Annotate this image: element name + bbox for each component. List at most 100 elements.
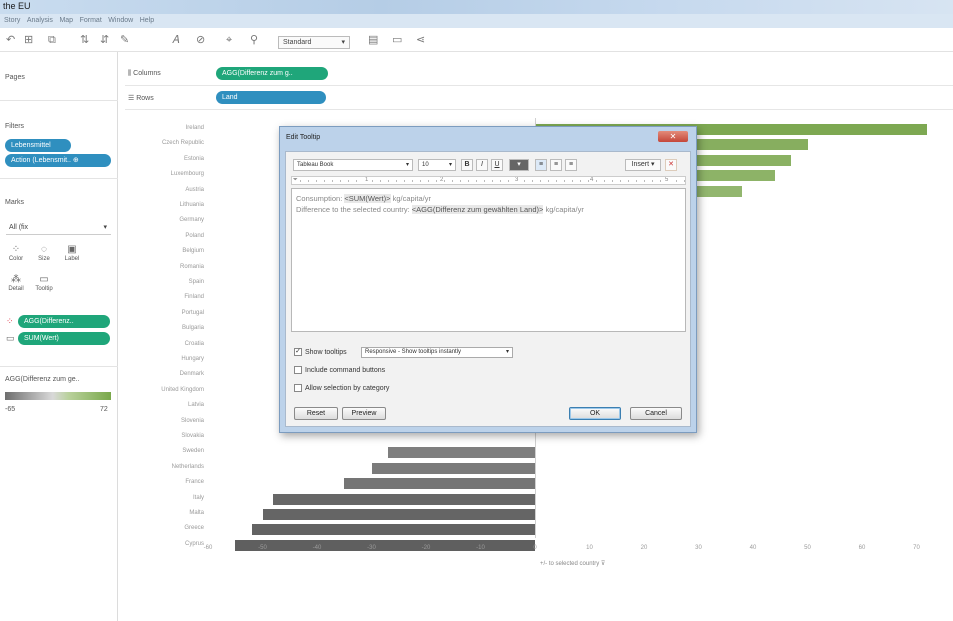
row-label[interactable]: Belgium — [126, 248, 204, 254]
row-label[interactable]: Netherlands — [126, 464, 204, 470]
font-size-select[interactable]: 10 ▾ — [418, 159, 456, 171]
row-label[interactable]: Bulgaria — [126, 325, 204, 331]
color-legend-bar[interactable] — [5, 392, 111, 400]
align-center-button[interactable]: ≡ — [550, 159, 562, 171]
duplicate-icon[interactable]: ⧉ — [48, 34, 56, 47]
align-right-button[interactable]: ≡ — [565, 159, 577, 171]
data-icon[interactable]: ⊞ — [24, 34, 33, 47]
insert-button[interactable]: Insert ▾ — [625, 159, 661, 171]
row-label[interactable]: Greece — [126, 525, 204, 531]
filter-pill-action[interactable]: Action (Lebensmit.. ⊕ — [5, 154, 111, 167]
highlight-icon[interactable]: ✎ — [120, 34, 129, 47]
ok-button[interactable]: OK — [569, 407, 621, 420]
label-icon[interactable]: 𝐴 — [172, 34, 179, 47]
row-label[interactable]: Czech Republic — [126, 140, 204, 146]
row-label[interactable]: Ireland — [126, 125, 204, 131]
ruler-indent-marker[interactable]: ⏷ — [292, 177, 299, 184]
chart-icon[interactable]: ▤ — [368, 34, 378, 47]
swap-icon[interactable]: ⇅ — [80, 34, 89, 47]
menu-item-help[interactable]: Help — [140, 17, 154, 24]
marks-pill-sum[interactable]: SUM(Wert) — [18, 332, 110, 345]
bar[interactable] — [344, 478, 535, 490]
marks-pill-agg[interactable]: AGG(Differenz.. — [18, 315, 110, 328]
row-label[interactable]: United Kingdom — [126, 387, 204, 393]
row-label[interactable]: Hungary — [126, 356, 204, 362]
row-label[interactable]: Malta — [126, 510, 204, 516]
marks-detail-button[interactable]: ⁂ Detail — [4, 274, 28, 292]
marks-tooltip-button[interactable]: ▭ Tooltip — [32, 274, 56, 292]
preview-button[interactable]: Preview — [342, 407, 386, 420]
row-label[interactable]: Italy — [126, 495, 204, 501]
row-label[interactable]: Lithuania — [126, 202, 204, 208]
x-tick-label: -20 — [421, 545, 431, 551]
include-command-buttons-checkbox[interactable]: Include command buttons — [294, 366, 385, 374]
color-icon: ⁘ — [6, 316, 14, 326]
marks-label-button[interactable]: ▣ Label — [60, 244, 84, 262]
font-select[interactable]: Tableau Book ▾ — [293, 159, 413, 171]
chevron-down-icon: ▾ — [341, 39, 345, 46]
x-tick-label: -10 — [476, 545, 485, 551]
bar[interactable] — [387, 447, 535, 459]
menu-item-analysis[interactable]: Analysis — [27, 17, 53, 24]
row-label[interactable]: Austria — [126, 187, 204, 193]
bar[interactable] — [262, 509, 535, 520]
menu-item-format[interactable]: Format — [80, 17, 102, 24]
allow-selection-checkbox[interactable]: Allow selection by category — [294, 384, 389, 392]
group-icon[interactable]: ⊘ — [196, 34, 205, 47]
x-tick-label: 0 — [533, 545, 537, 551]
row-label[interactable]: Portugal — [126, 310, 204, 316]
pin-icon[interactable]: ⌖ — [226, 34, 232, 47]
bar[interactable] — [251, 524, 535, 536]
menu-bar: Story Analysis Map Format Window Help — [0, 14, 953, 28]
fix-icon[interactable]: ⚲ — [250, 34, 258, 47]
underline-button[interactable]: U — [491, 159, 503, 171]
chevron-down-icon: ▾ — [103, 224, 107, 231]
bold-button[interactable]: B — [461, 159, 473, 171]
row-label[interactable]: Sweden — [126, 448, 204, 454]
tooltip-icon[interactable]: ▭ — [392, 34, 402, 47]
x-tick-label: 40 — [749, 545, 757, 551]
row-label[interactable]: France — [126, 479, 204, 485]
row-label[interactable]: Denmark — [126, 371, 204, 377]
tooltip-mode-select[interactable]: Responsive - Show tooltips instantly ▾ — [361, 347, 513, 358]
marks-color-button[interactable]: ⁘ Color — [4, 244, 28, 262]
row-label[interactable]: Cyprus — [126, 541, 204, 547]
cancel-button[interactable]: Cancel — [630, 407, 682, 420]
checkbox: ✓ — [294, 348, 302, 356]
menu-item-map[interactable]: Map — [59, 17, 73, 24]
marks-size-button[interactable]: ◌ Size — [32, 244, 56, 262]
row-label[interactable]: Slovakia — [126, 433, 204, 439]
row-label[interactable]: Latvia — [126, 402, 204, 408]
clear-button[interactable]: ✕ — [665, 159, 677, 171]
italic-button[interactable]: I — [476, 159, 488, 171]
undo-icon[interactable]: ↶ — [6, 34, 15, 47]
bar[interactable] — [273, 493, 535, 505]
align-left-button[interactable]: ≡ — [535, 159, 547, 171]
menu-item-story[interactable]: Story — [4, 17, 20, 24]
row-label[interactable]: Finland — [126, 294, 204, 300]
bar[interactable] — [371, 462, 535, 474]
sort-icon[interactable]: ⇵ — [100, 34, 109, 47]
text-color-button[interactable]: ▾ — [509, 159, 529, 171]
close-button[interactable]: ✕ — [658, 131, 688, 142]
row-label[interactable]: Croatia — [126, 341, 204, 347]
row-label[interactable]: Romania — [126, 264, 204, 270]
reset-button[interactable]: Reset — [294, 407, 338, 420]
tooltip-text-editor[interactable]: Consumption: <SUM(Wert)> kg/capita/yr Di… — [291, 188, 686, 332]
ruler-mark: 3 — [514, 177, 520, 184]
share-icon[interactable]: ⋖ — [416, 34, 425, 47]
show-tooltips-checkbox[interactable]: ✓ Show tooltips — [294, 348, 347, 356]
filter-pill-lebensmittel[interactable]: Lebensmittel — [5, 139, 71, 152]
row-label[interactable]: Germany — [126, 217, 204, 223]
rows-pill[interactable]: Land — [216, 91, 326, 104]
fit-select[interactable]: Standard ▾ — [278, 36, 350, 49]
row-label[interactable]: Slovenia — [126, 418, 204, 424]
left-panel: Pages Filters Lebensmittel Action (Leben… — [0, 52, 118, 621]
menu-item-window[interactable]: Window — [108, 17, 133, 24]
row-label[interactable]: Poland — [126, 233, 204, 239]
row-label[interactable]: Estonia — [126, 156, 204, 162]
row-label[interactable]: Luxembourg — [126, 171, 204, 177]
columns-pill[interactable]: AGG(Differenz zum g.. — [216, 67, 328, 80]
row-label[interactable]: Spain — [126, 279, 204, 285]
mark-type-select[interactable]: All (fix ▾ — [6, 222, 111, 235]
